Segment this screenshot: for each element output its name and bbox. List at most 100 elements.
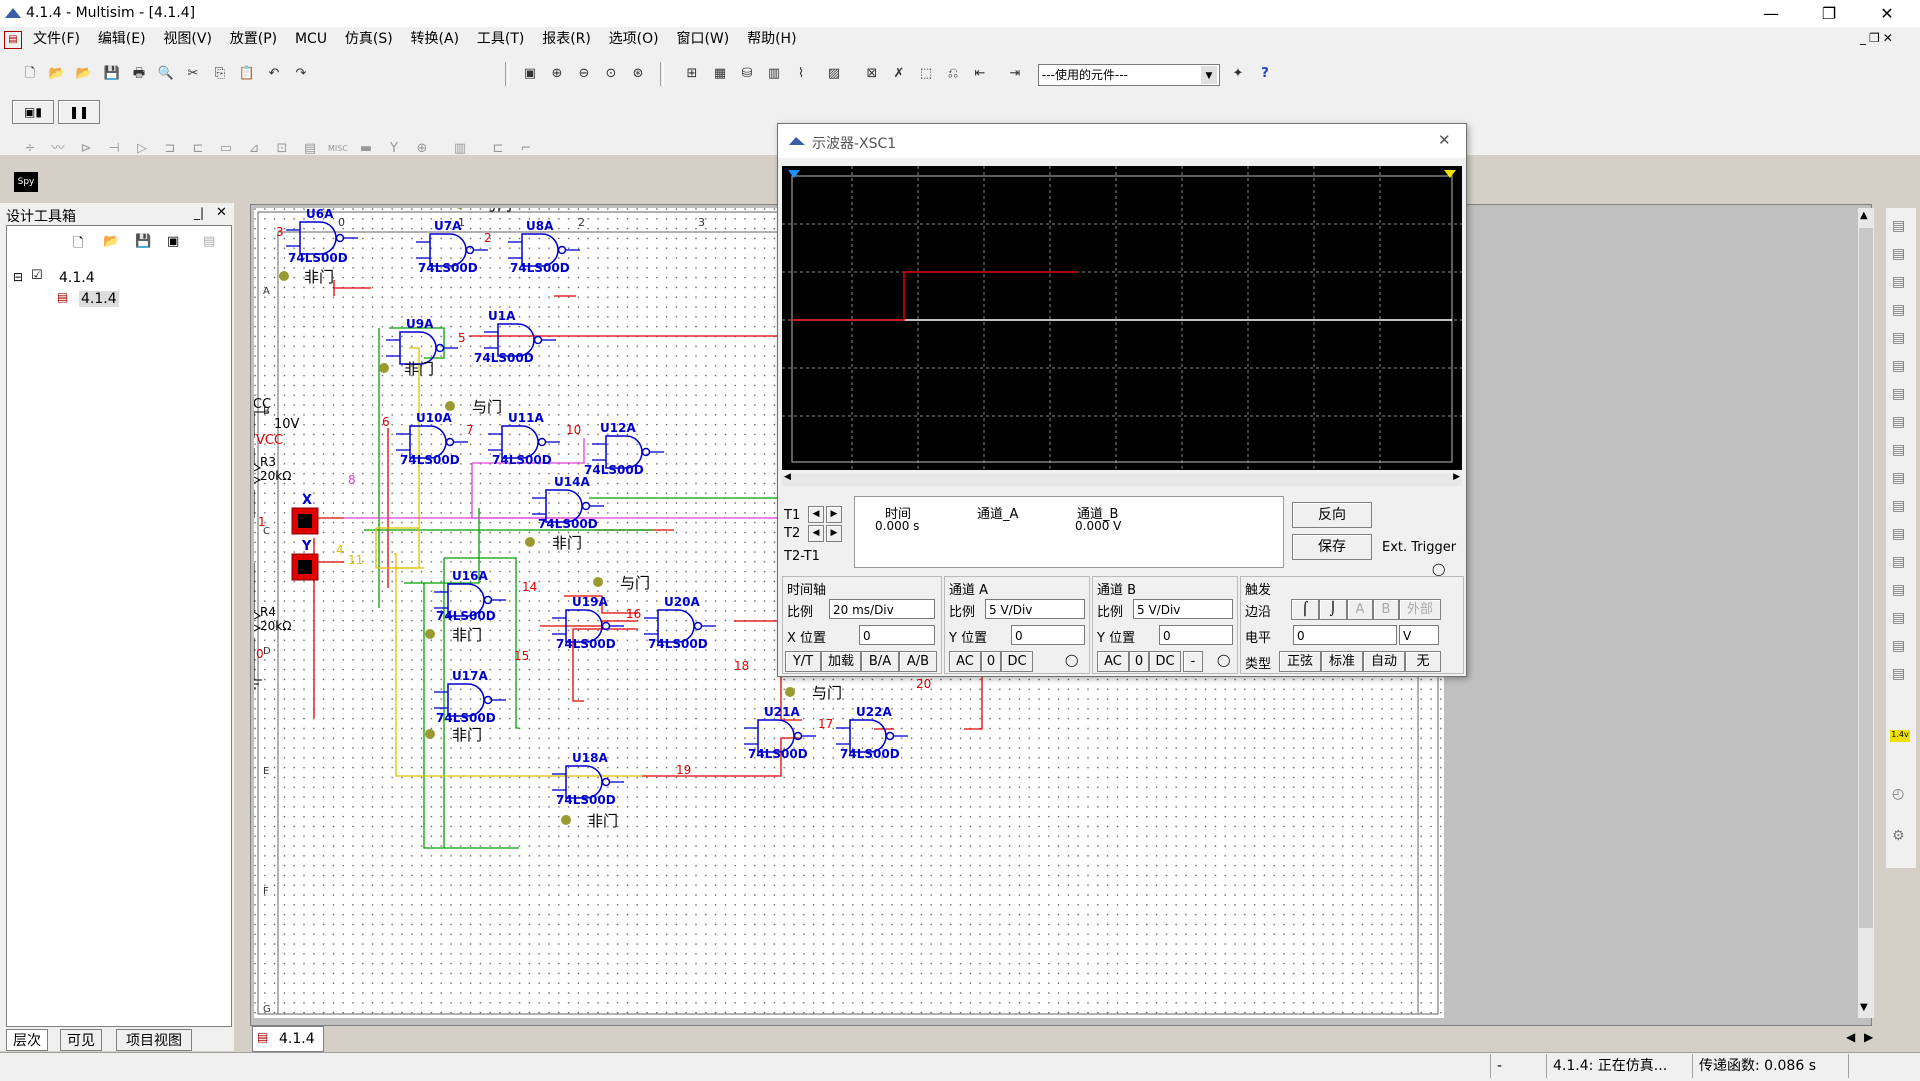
mdi-controls[interactable]: _❐✕: [1860, 31, 1896, 45]
wattmeter-icon[interactable]: ▤: [1892, 274, 1905, 290]
rf-icon[interactable]: Y: [382, 137, 406, 161]
tree-collapse-icon[interactable]: ⊟: [13, 270, 23, 284]
screen-scroll-right-icon[interactable]: ▶: [1453, 472, 1460, 482]
save-button[interactable]: 保存: [1292, 534, 1372, 560]
workspace-vscroll[interactable]: ▲ ▼: [1858, 208, 1874, 1018]
new-icon[interactable]: 🗋: [18, 62, 42, 86]
agilent-scope-icon[interactable]: ▤: [1892, 666, 1905, 682]
screen-hscroll[interactable]: ◀ ▶: [782, 472, 1462, 486]
restore-button[interactable]: ❐: [1806, 0, 1852, 27]
cursor-t1-icon[interactable]: [788, 170, 800, 178]
open-icon[interactable]: 📂: [45, 62, 69, 86]
trigger-a-button[interactable]: A: [1347, 599, 1373, 620]
spy-icon[interactable]: Spy: [14, 172, 38, 192]
toolbox-delete-icon[interactable]: ▤: [203, 234, 215, 249]
zoom-area-icon[interactable]: ⊙: [599, 62, 623, 86]
distortion-analyzer-icon[interactable]: ▤: [1892, 526, 1905, 542]
function-generator-icon[interactable]: ▤: [1892, 246, 1905, 262]
sheet-tab[interactable]: ▤ 4.1.4: [252, 1026, 324, 1052]
close-button[interactable]: ✕: [1864, 0, 1910, 27]
iv-analyzer-icon[interactable]: ▤: [1892, 498, 1905, 514]
tree-item-project[interactable]: 4.1.4: [59, 270, 95, 286]
trigger-normal-button[interactable]: 标准: [1321, 651, 1363, 672]
trigger-auto-button[interactable]: 自动: [1363, 651, 1405, 672]
basic-icon[interactable]: 〰: [46, 137, 70, 161]
network-analyzer-icon[interactable]: ▤: [1892, 582, 1905, 598]
toolbox-close-icon[interactable]: ✕: [216, 205, 227, 220]
bode-plotter-icon[interactable]: ▤: [1892, 358, 1905, 374]
toolbox-open-icon[interactable]: 📂: [103, 234, 119, 249]
trigger-b-button[interactable]: B: [1373, 599, 1399, 620]
component-icon[interactable]: ▥: [762, 62, 786, 86]
tab-scroll-left-icon[interactable]: ◀: [1846, 1030, 1855, 1044]
electrical-rules-icon[interactable]: ⊠: [860, 62, 884, 86]
transfer-icon[interactable]: ⎌: [941, 62, 965, 86]
frequency-counter-icon[interactable]: ▤: [1892, 386, 1905, 402]
source-icon[interactable]: ÷: [18, 137, 42, 161]
cmos-icon[interactable]: ⊏: [186, 137, 210, 161]
copy-icon[interactable]: ⎘: [208, 62, 232, 86]
oscilloscope-icon[interactable]: ▤: [1892, 302, 1905, 318]
back-annotate-icon[interactable]: ⇤: [968, 62, 992, 86]
misc-icon[interactable]: MISC: [326, 137, 350, 161]
logic-converter-icon[interactable]: ▤: [1892, 470, 1905, 486]
education-icon[interactable]: ✦: [1226, 62, 1250, 86]
t2-right-icon[interactable]: ▶: [826, 525, 842, 542]
mcu-icon[interactable]: ▥: [448, 137, 472, 161]
print-preview-icon[interactable]: 🔍: [154, 62, 178, 86]
menu-file[interactable]: 文件(F): [26, 27, 87, 51]
probe-icon[interactable]: 1.4v: [1890, 730, 1910, 742]
electromech-icon[interactable]: ⊕: [410, 137, 434, 161]
menu-simulate[interactable]: 仿真(S): [338, 27, 400, 51]
ab-button[interactable]: A/B: [899, 651, 937, 672]
zoom-out-icon[interactable]: ⊖: [572, 62, 596, 86]
oscilloscope-close-icon[interactable]: ✕: [1438, 131, 1451, 149]
zoom-in-icon[interactable]: ⊕: [545, 62, 569, 86]
t1-left-icon[interactable]: ◀: [808, 506, 824, 523]
mixed-icon[interactable]: ⊿: [242, 137, 266, 161]
ttl-icon[interactable]: ⊐: [158, 137, 182, 161]
menu-mcu[interactable]: MCU: [288, 27, 334, 51]
labview-icon[interactable]: ⚙: [1892, 828, 1905, 844]
undo-icon[interactable]: ↶: [262, 62, 286, 86]
scroll-down-icon[interactable]: ▼: [1860, 1002, 1868, 1013]
rising-edge-icon[interactable]: ⌠: [1291, 599, 1319, 620]
multimeter-icon[interactable]: ▤: [1892, 218, 1905, 234]
minimize-button[interactable]: —: [1748, 0, 1794, 27]
print-icon[interactable]: 🖶: [127, 62, 151, 86]
analog-icon[interactable]: ▷: [130, 137, 154, 161]
channel-b-dc-button[interactable]: DC: [1149, 651, 1181, 672]
menu-view[interactable]: 视图(V): [156, 27, 219, 51]
menu-edit[interactable]: 编辑(E): [91, 27, 153, 51]
ba-button[interactable]: B/A: [861, 651, 899, 672]
current-probe-icon[interactable]: ◴: [1892, 786, 1904, 802]
cursor-t2-icon[interactable]: [1444, 170, 1456, 178]
channel-b-ypos-field[interactable]: 0: [1159, 625, 1233, 645]
screen-scroll-left-icon[interactable]: ◀: [784, 472, 791, 482]
cut-icon[interactable]: ✂: [181, 62, 205, 86]
menu-place[interactable]: 放置(P): [223, 27, 284, 51]
tree-checkbox-icon[interactable]: ☑: [31, 268, 43, 283]
hierarchy-icon[interactable]: ⊞: [680, 62, 704, 86]
logic-analyzer-icon[interactable]: ▤: [1892, 442, 1905, 458]
spreadsheet-icon[interactable]: ▦: [708, 62, 732, 86]
toolbox-save-icon[interactable]: 💾: [135, 234, 151, 249]
agilent-generator-icon[interactable]: ▤: [1892, 610, 1905, 626]
save-icon[interactable]: 💾: [100, 62, 124, 86]
menu-options[interactable]: 选项(O): [602, 27, 666, 51]
hier-block-icon[interactable]: ⊏: [486, 137, 510, 161]
four-channel-scope-icon[interactable]: ▤: [1892, 330, 1905, 346]
channel-a-terminal-icon[interactable]: ◯: [1065, 653, 1078, 667]
toolbox-close-doc-icon[interactable]: ▣: [167, 234, 179, 249]
check-icon[interactable]: ✗: [887, 62, 911, 86]
redo-icon[interactable]: ↷: [289, 62, 313, 86]
menu-window[interactable]: 窗口(W): [669, 27, 736, 51]
paste-icon[interactable]: 📋: [235, 62, 259, 86]
advanced-icon[interactable]: ▬: [354, 137, 378, 161]
tree-item-sheet[interactable]: 4.1.4: [79, 291, 119, 307]
help-icon[interactable]: ?: [1253, 62, 1277, 86]
fullscreen-icon[interactable]: ▣: [518, 62, 542, 86]
word-generator-icon[interactable]: ▤: [1892, 414, 1905, 430]
chevron-down-icon[interactable]: ▼: [1201, 66, 1217, 84]
tab-hierarchy[interactable]: 层次: [6, 1029, 48, 1051]
